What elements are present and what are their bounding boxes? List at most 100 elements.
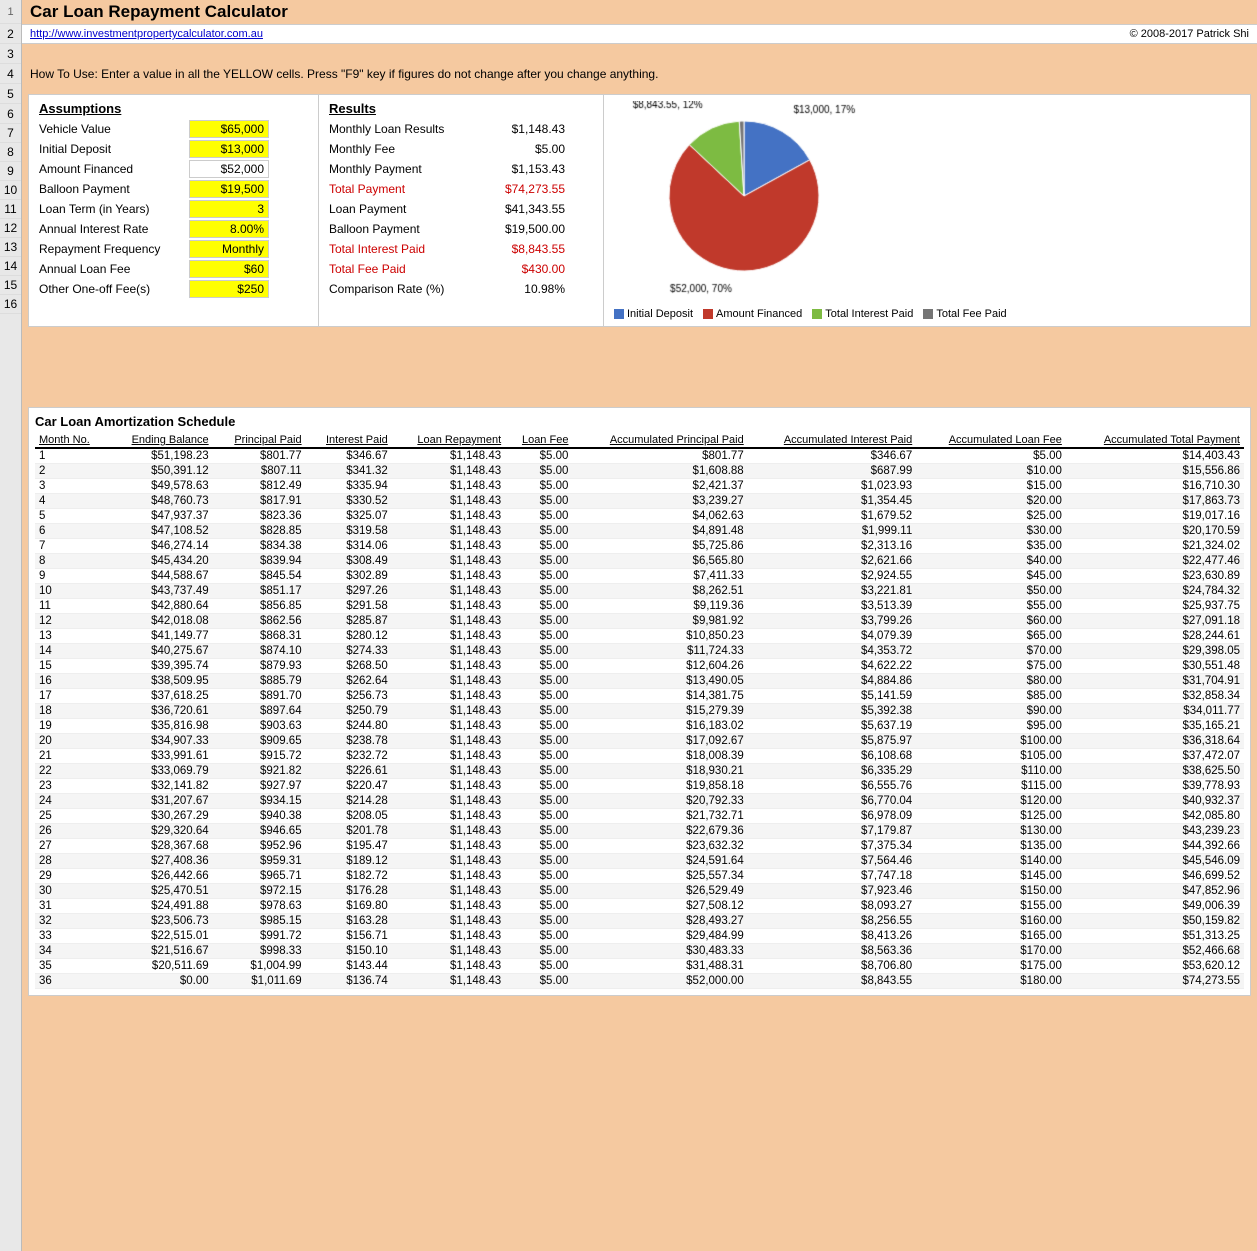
copyright-text: © 2008-2017 Patrick Shi bbox=[1130, 28, 1249, 40]
table-cell: $940.38 bbox=[213, 809, 306, 824]
table-cell: $34,011.77 bbox=[1066, 704, 1244, 719]
table-cell: $10.00 bbox=[916, 464, 1066, 479]
row-num-13: 13 bbox=[0, 238, 21, 257]
table-cell: $3,239.27 bbox=[572, 494, 747, 509]
row-num-14: 14 bbox=[0, 257, 21, 276]
table-cell: $20,511.69 bbox=[108, 959, 213, 974]
results-rows: Monthly Loan Results$1,148.43Monthly Fee… bbox=[329, 119, 593, 298]
table-cell: $169.80 bbox=[306, 899, 392, 914]
legend-color bbox=[703, 309, 713, 319]
table-cell: $346.67 bbox=[748, 448, 917, 464]
assumption-value[interactable]: $250 bbox=[189, 280, 269, 298]
table-cell: $927.97 bbox=[213, 779, 306, 794]
table-cell: $24,491.88 bbox=[108, 899, 213, 914]
table-cell: $1,148.43 bbox=[392, 584, 505, 599]
table-row: 24$31,207.67$934.15$214.28$1,148.43$5.00… bbox=[35, 794, 1244, 809]
amort-title: Car Loan Amortization Schedule bbox=[35, 414, 1244, 429]
table-cell: $2,924.55 bbox=[748, 569, 917, 584]
table-cell: $1,148.43 bbox=[392, 659, 505, 674]
assumption-value[interactable]: $60 bbox=[189, 260, 269, 278]
url-link[interactable]: http://www.investmentpropertycalculator.… bbox=[30, 28, 263, 40]
table-cell: $21,516.67 bbox=[108, 944, 213, 959]
row-num-16: 16 bbox=[0, 295, 21, 314]
table-cell: $1,148.43 bbox=[392, 614, 505, 629]
table-cell: $5.00 bbox=[505, 569, 572, 584]
table-cell: $8,563.36 bbox=[748, 944, 917, 959]
table-cell: $9,981.92 bbox=[572, 614, 747, 629]
table-row: 28$27,408.36$959.31$189.12$1,148.43$5.00… bbox=[35, 854, 1244, 869]
table-cell: $15.00 bbox=[916, 479, 1066, 494]
table-row: 3$49,578.63$812.49$335.94$1,148.43$5.00$… bbox=[35, 479, 1244, 494]
table-cell: $4,891.48 bbox=[572, 524, 747, 539]
table-cell: $220.47 bbox=[306, 779, 392, 794]
table-cell: $891.70 bbox=[213, 689, 306, 704]
table-cell: $6,565.80 bbox=[572, 554, 747, 569]
table-cell: $31,207.67 bbox=[108, 794, 213, 809]
table-cell: $1,023.93 bbox=[748, 479, 917, 494]
chart-panel: Initial DepositAmount FinancedTotal Inte… bbox=[604, 95, 1250, 326]
table-cell: $19,017.16 bbox=[1066, 509, 1244, 524]
assumption-label: Annual Loan Fee bbox=[39, 262, 189, 276]
table-cell: $189.12 bbox=[306, 854, 392, 869]
table-row: 14$40,275.67$874.10$274.33$1,148.43$5.00… bbox=[35, 644, 1244, 659]
table-cell: $2,621.66 bbox=[748, 554, 917, 569]
table-row: 36$0.00$1,011.69$136.74$1,148.43$5.00$52… bbox=[35, 974, 1244, 989]
table-cell: 12 bbox=[35, 614, 108, 629]
title-row: Car Loan Repayment Calculator bbox=[22, 0, 1257, 24]
table-row: 2$50,391.12$807.11$341.32$1,148.43$5.00$… bbox=[35, 464, 1244, 479]
result-value: $430.00 bbox=[489, 262, 569, 276]
table-cell: $5.00 bbox=[505, 884, 572, 899]
assumption-value[interactable]: Monthly bbox=[189, 240, 269, 258]
table-cell: 25 bbox=[35, 809, 108, 824]
table-cell: $145.00 bbox=[916, 869, 1066, 884]
table-cell: $4,622.22 bbox=[748, 659, 917, 674]
table-cell: $5,141.59 bbox=[748, 689, 917, 704]
table-cell: $26,442.66 bbox=[108, 869, 213, 884]
assumption-value[interactable]: 3 bbox=[189, 200, 269, 218]
table-row: 31$24,491.88$978.63$169.80$1,148.43$5.00… bbox=[35, 899, 1244, 914]
table-cell: $5.00 bbox=[505, 448, 572, 464]
table-cell: $812.49 bbox=[213, 479, 306, 494]
howto-text: How To Use: Enter a value in all the YEL… bbox=[30, 67, 658, 81]
table-cell: $49,578.63 bbox=[108, 479, 213, 494]
table-cell: $28,367.68 bbox=[108, 839, 213, 854]
table-row: 21$33,991.61$915.72$232.72$1,148.43$5.00… bbox=[35, 749, 1244, 764]
table-row: 33$22,515.01$991.72$156.71$1,148.43$5.00… bbox=[35, 929, 1244, 944]
assumption-value[interactable]: $19,500 bbox=[189, 180, 269, 198]
table-cell: $5.00 bbox=[505, 869, 572, 884]
url-bar: http://www.investmentpropertycalculator.… bbox=[22, 24, 1257, 44]
table-cell: $90.00 bbox=[916, 704, 1066, 719]
table-cell: $37,472.07 bbox=[1066, 749, 1244, 764]
table-cell: $1,148.43 bbox=[392, 494, 505, 509]
table-cell: 20 bbox=[35, 734, 108, 749]
table-cell: $5.00 bbox=[505, 674, 572, 689]
table-cell: 31 bbox=[35, 899, 108, 914]
result-label: Total Fee Paid bbox=[329, 262, 489, 276]
table-cell: $1,148.43 bbox=[392, 839, 505, 854]
table-cell: $1,148.43 bbox=[392, 929, 505, 944]
amort-body: 1$51,198.23$801.77$346.67$1,148.43$5.00$… bbox=[35, 448, 1244, 989]
table-cell: $2,313.16 bbox=[748, 539, 917, 554]
assumption-label: Amount Financed bbox=[39, 162, 189, 176]
row-num-12: 12 bbox=[0, 219, 21, 238]
table-cell: $687.99 bbox=[748, 464, 917, 479]
table-cell: 10 bbox=[35, 584, 108, 599]
table-cell: $5.00 bbox=[505, 689, 572, 704]
table-cell: $1,148.43 bbox=[392, 824, 505, 839]
table-cell: $6,770.04 bbox=[748, 794, 917, 809]
table-cell: $130.00 bbox=[916, 824, 1066, 839]
result-value: 10.98% bbox=[489, 282, 569, 296]
table-cell: $1,679.52 bbox=[748, 509, 917, 524]
table-row: 34$21,516.67$998.33$150.10$1,148.43$5.00… bbox=[35, 944, 1244, 959]
table-cell: $143.44 bbox=[306, 959, 392, 974]
table-cell: $74,273.55 bbox=[1066, 974, 1244, 989]
table-cell: $160.00 bbox=[916, 914, 1066, 929]
table-cell: $50.00 bbox=[916, 584, 1066, 599]
table-cell: 2 bbox=[35, 464, 108, 479]
table-cell: $36,720.61 bbox=[108, 704, 213, 719]
assumption-value[interactable]: $65,000 bbox=[189, 120, 269, 138]
table-cell: $5.00 bbox=[505, 974, 572, 989]
assumption-value[interactable]: $13,000 bbox=[189, 140, 269, 158]
table-cell: $238.78 bbox=[306, 734, 392, 749]
assumption-value[interactable]: 8.00% bbox=[189, 220, 269, 238]
